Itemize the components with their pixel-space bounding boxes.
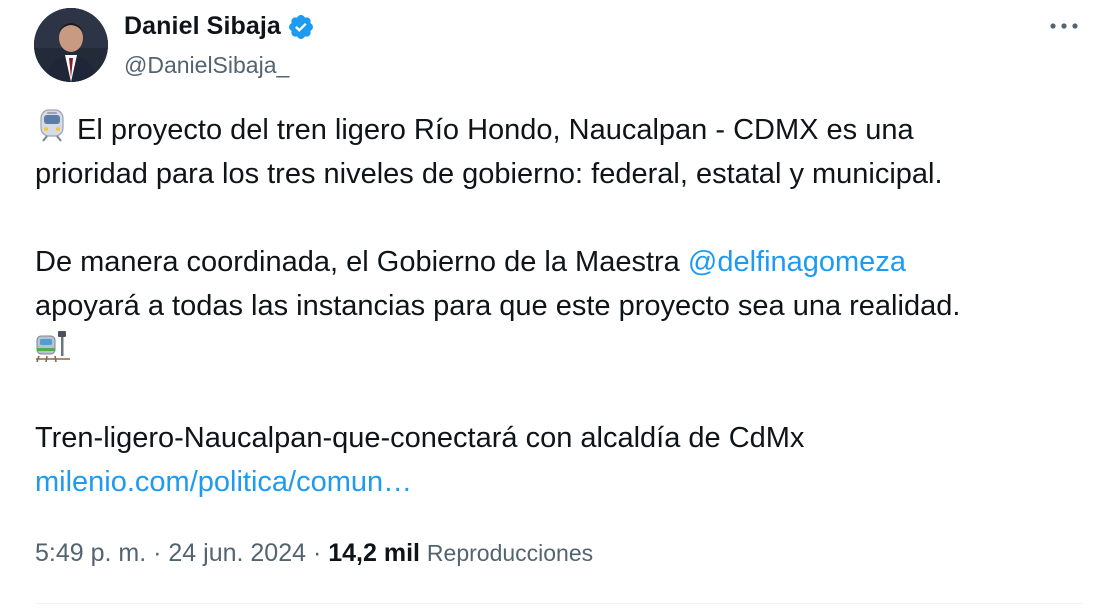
tweet-line-7: Tren-ligero-Naucalpan-que-conectará con … bbox=[35, 422, 805, 454]
railway-station-emoji bbox=[35, 328, 71, 375]
tweet-line-4: De manera coordinada, el Gobierno de la … bbox=[35, 246, 688, 278]
tweet-line-5: apoyará a todas las instancias para que … bbox=[35, 290, 961, 322]
tweet-date[interactable]: 24 jun. 2024 bbox=[168, 539, 306, 567]
mention-link[interactable]: @delfinagomeza bbox=[688, 246, 906, 278]
meta-separator: · bbox=[146, 539, 169, 567]
tweet-meta: 5:49 p. m. · 24 jun. 2024 · 14,2 mil Rep… bbox=[35, 539, 593, 568]
tweet-line-2: prioridad para los tres niveles de gobie… bbox=[35, 158, 943, 190]
meta-separator: · bbox=[306, 539, 329, 567]
tweet-line: El proyecto del tren ligero Río Hondo, N… bbox=[35, 108, 1095, 152]
tweet-time[interactable]: 5:49 p. m. bbox=[35, 539, 146, 567]
tweet-card: Daniel Sibaja @DanielSibaja_ El proyecto… bbox=[0, 0, 1120, 615]
tweet-line-1: El proyecto del tren ligero Río Hondo, N… bbox=[77, 114, 914, 147]
tweet-text: El proyecto del tren ligero Río Hondo, N… bbox=[35, 108, 1095, 504]
author-display-name[interactable]: Daniel Sibaja bbox=[124, 12, 281, 41]
more-horizontal-icon[interactable] bbox=[1046, 12, 1082, 40]
verified-badge-icon bbox=[287, 13, 315, 41]
article-link[interactable]: milenio.com/politica/comun… bbox=[35, 466, 412, 498]
author-handle[interactable]: @DanielSibaja_ bbox=[124, 52, 289, 79]
views-label: Reproducciones bbox=[426, 540, 594, 566]
tweet-line-8: milenio.com/politica/comun… bbox=[35, 460, 1095, 504]
views-count[interactable]: 14,2 mil bbox=[328, 539, 420, 567]
divider bbox=[35, 603, 1083, 604]
avatar[interactable] bbox=[34, 8, 108, 82]
author-name-row: Daniel Sibaja bbox=[124, 12, 315, 41]
tweet-line-6 bbox=[35, 328, 1095, 372]
light-rail-emoji bbox=[35, 108, 69, 155]
tweet-line: De manera coordinada, el Gobierno de la … bbox=[35, 240, 1095, 284]
